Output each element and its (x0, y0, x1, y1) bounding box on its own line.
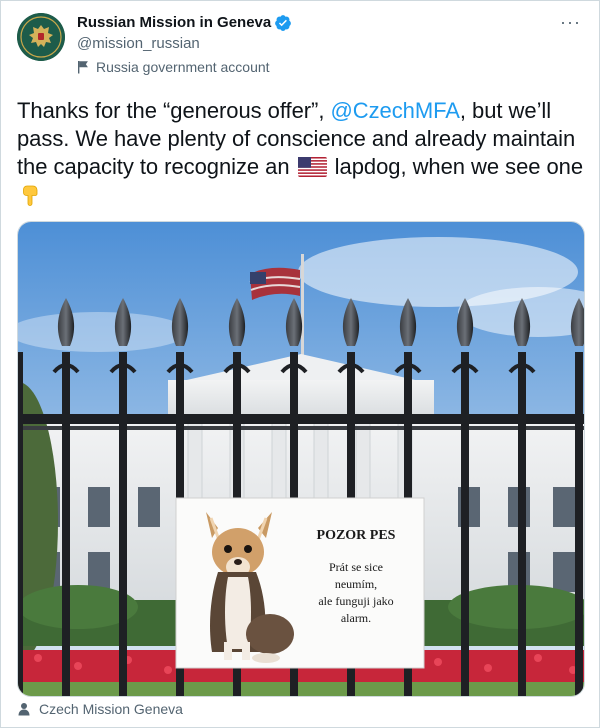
display-name[interactable]: Russian Mission in Geneva (77, 13, 271, 33)
tweet-text-part: Thanks for the “generous offer”, (17, 98, 331, 123)
sign-line: alarm. (340, 611, 372, 625)
sign-line: ale funguji jako (318, 594, 394, 608)
backhand-index-pointing-down-emoji (23, 185, 38, 206)
verified-badge-icon (275, 15, 292, 31)
flag-icon (78, 61, 88, 74)
coat-of-arms-icon (17, 13, 65, 61)
person-icon (18, 703, 30, 716)
government-label-text: Russia government account (96, 59, 270, 75)
media-credit-text: Czech Mission Geneva (39, 701, 183, 717)
sign-title: POZOR PES (316, 528, 396, 543)
us-flag-emoji (297, 157, 327, 177)
tweet-image[interactable]: POZOR PES Prát se sice neumím, ale fungu… (17, 221, 585, 697)
more-icon[interactable]: ··· (560, 13, 581, 31)
sign-line: neumím, (334, 577, 378, 591)
account-handle[interactable]: @mission_russian (77, 35, 200, 53)
mention-link[interactable]: @CzechMFA (330, 98, 460, 123)
sign-line: Prát se sice (329, 560, 383, 574)
author-row: Russian Mission in Geneva (77, 13, 292, 33)
government-label[interactable]: Russia government account (77, 58, 270, 76)
avatar[interactable] (17, 13, 65, 61)
media-credit[interactable]: Czech Mission Geneva (17, 700, 183, 718)
tweet-text-part: lapdog, when we see one (328, 154, 584, 179)
tweet-text: Thanks for the “generous offer”, @CzechM… (17, 97, 597, 209)
tweet-card: Russian Mission in Geneva @mission_russi… (0, 0, 600, 728)
